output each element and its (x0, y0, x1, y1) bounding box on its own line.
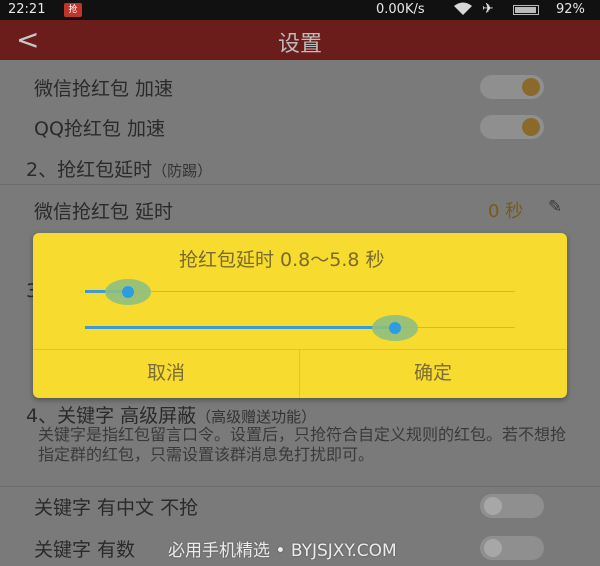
setting-row-wechat-delay[interactable]: 微信抢红包 延时 0 秒 ✎ (0, 197, 600, 227)
dialog-title: 抢红包延时 0.8～5.8 秒 (179, 249, 385, 271)
title-bar: < 设置 (0, 20, 600, 60)
section-title: 2、抢红包延时 (26, 159, 153, 181)
section-title: 4、关键字 高级屏蔽 (26, 405, 197, 427)
keyword-number-toggle[interactable] (480, 536, 544, 560)
battery-icon (513, 5, 539, 15)
keyword-description: 关键字是指红包留言口令。设置后，只抢符合自定义规则的红包。若不想抢指定群的红包，… (38, 425, 567, 464)
delay-range-dialog: 抢红包延时 0.8～5.8 秒 取消 确定 (33, 233, 567, 398)
qq-speedup-toggle[interactable] (480, 115, 544, 139)
battery-level: 92% (556, 2, 585, 17)
setting-label: QQ抢红包 加速 (34, 118, 165, 140)
setting-row-keyword-chinese[interactable]: 关键字 有中文 不抢 (0, 493, 600, 523)
airplane-icon: ✈ (482, 1, 494, 17)
slider-fill (85, 326, 395, 329)
page-title: 设置 (277, 32, 322, 57)
edit-pencil-icon[interactable]: ✎ (548, 197, 562, 217)
min-delay-slider[interactable] (85, 277, 515, 307)
watermark-text: 必用手机精选 • BYJSJXY.COM (168, 541, 397, 561)
setting-label: 微信抢红包 加速 (34, 78, 174, 100)
wifi-icon (452, 1, 474, 21)
divider (0, 486, 600, 487)
cancel-button[interactable]: 取消 (33, 350, 299, 398)
setting-label: 关键字 有中文 不抢 (34, 497, 199, 519)
status-time: 22:21 (8, 2, 46, 17)
section-subtitle: （防踢） (152, 162, 213, 180)
network-speed: 0.00K/s (376, 2, 425, 17)
keyword-chinese-toggle[interactable] (480, 494, 544, 518)
status-bar: 22:21 抢 0.00K/s ✈ 92% (0, 0, 600, 20)
slider-thumb[interactable] (122, 286, 134, 298)
delay-value: 0 秒 (488, 201, 524, 222)
divider (0, 184, 600, 185)
section-subtitle: （高级赠送功能） (196, 408, 317, 426)
confirm-button[interactable]: 确定 (300, 350, 566, 398)
max-delay-slider[interactable] (85, 313, 515, 343)
wechat-speedup-toggle[interactable] (480, 75, 544, 99)
notification-badge-icon: 抢 (64, 3, 82, 17)
setting-row-wechat-speedup[interactable]: 微信抢红包 加速 (0, 74, 600, 104)
setting-label: 关键字 有数 (34, 539, 136, 561)
slider-thumb[interactable] (389, 322, 401, 334)
setting-label: 微信抢红包 延时 (34, 201, 174, 223)
setting-row-qq-speedup[interactable]: QQ抢红包 加速 (0, 114, 600, 144)
